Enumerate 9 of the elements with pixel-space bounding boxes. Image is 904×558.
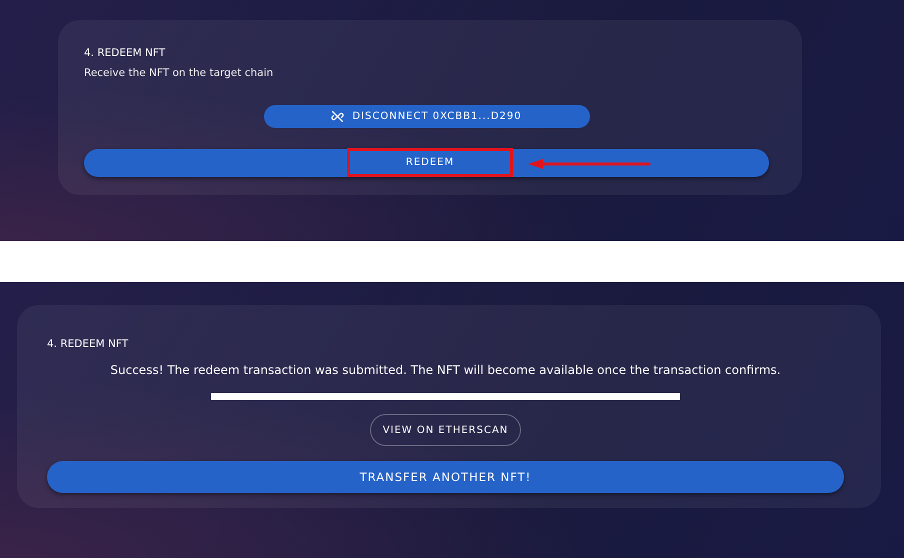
step-description: Receive the NFT on the target chain xyxy=(84,67,274,79)
redeem-button[interactable]: REDEEM xyxy=(347,148,513,177)
success-message: Success! The redeem transaction was submitted. The NFT will become available once the transaction confirms. xyxy=(109,363,782,377)
step-title: 4. REDEEM NFT xyxy=(84,47,166,59)
etherscan-button[interactable]: VIEW ON ETHERSCAN xyxy=(370,414,522,446)
unlink-icon xyxy=(331,110,344,123)
transfer-button[interactable]: TRANSFER ANOTHER NFT! xyxy=(47,461,844,493)
step-title: 4. REDEEM NFT xyxy=(47,338,130,350)
disconnect-button[interactable]: DISCONNECT 0XCBB1...D290 xyxy=(264,105,590,128)
